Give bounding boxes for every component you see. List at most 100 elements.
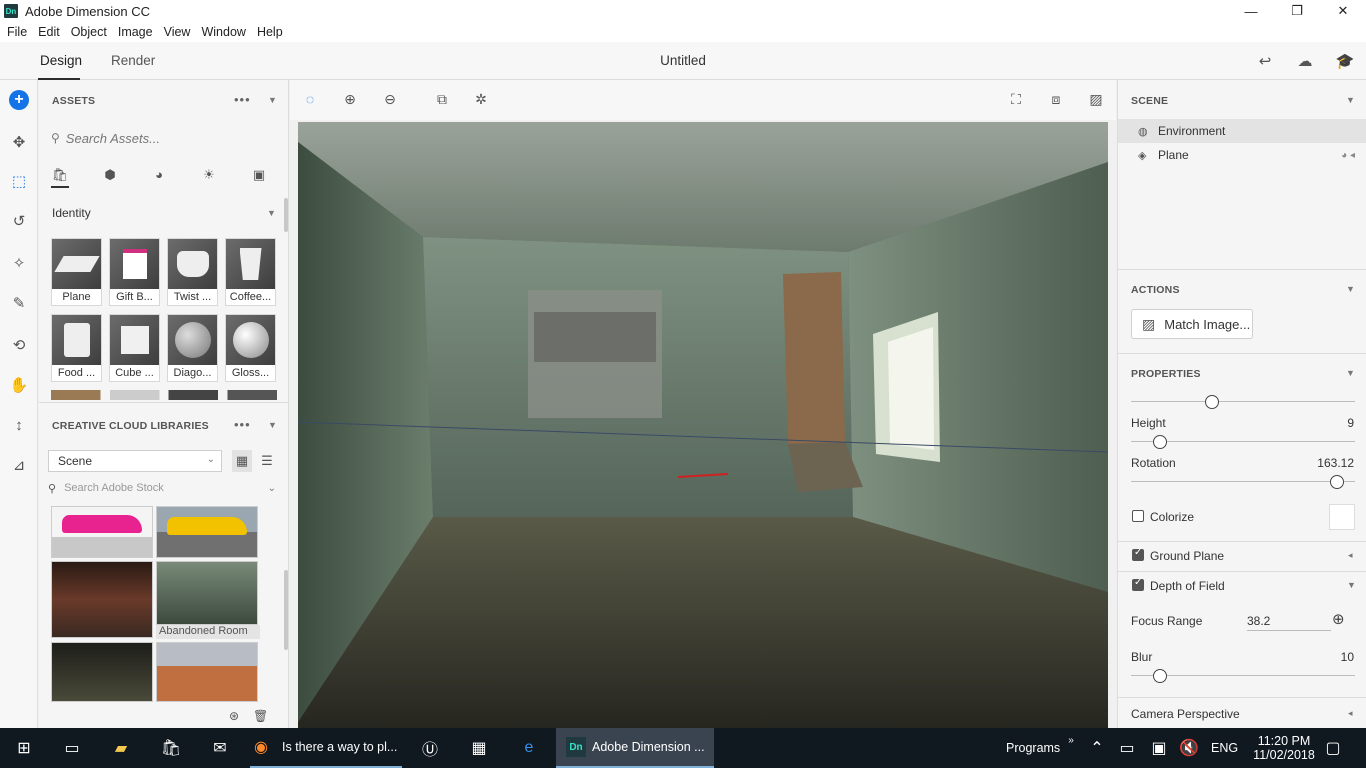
add-selection-icon[interactable]: ⊕ [340, 91, 360, 109]
3d-viewport[interactable] [298, 122, 1108, 728]
match-image-button[interactable]: ▨ Match Image... [1131, 309, 1253, 339]
select-tool-icon[interactable]: ⬚ [9, 171, 29, 191]
fullscreen-icon[interactable]: ⛶ [1006, 91, 1026, 109]
asset-diagonal-material[interactable]: Diago... [167, 314, 218, 382]
file-explorer-button[interactable]: ▰ [110, 728, 132, 768]
network-status[interactable]: ▣ [1148, 728, 1170, 768]
learn-icon[interactable]: 🎓 [1335, 52, 1355, 70]
action-center-button[interactable]: ▢ [1322, 728, 1344, 768]
camera-view-icon[interactable]: ⧈ [1046, 91, 1066, 109]
collapse-properties-icon[interactable]: ▼ [1346, 368, 1355, 378]
expand-camera-perspective-icon[interactable]: ◂ [1348, 708, 1353, 719]
show-hidden-icons[interactable]: ⌃ [1086, 728, 1108, 768]
snap-icon[interactable]: ✲ [471, 91, 491, 109]
scene-item-plane[interactable]: ◈ Plane ◕ ◂ [1118, 143, 1366, 167]
asset-glossy-material[interactable]: Gloss... [225, 314, 276, 382]
collapse-dof-icon[interactable]: ▼ [1347, 580, 1356, 590]
lights-category-icon[interactable]: ☀ [200, 167, 218, 185]
menu-view[interactable]: View [164, 25, 191, 39]
expand-ground-plane-icon[interactable]: ◂ [1348, 550, 1353, 561]
category-dropdown-icon[interactable]: ▼ [267, 208, 276, 218]
search-assets-input[interactable]: ⚲ Search Assets... [51, 129, 277, 147]
height-value[interactable]: 9 [1347, 416, 1354, 430]
search-stock-input[interactable]: ⚲ Search Adobe Stock ⌄ [48, 480, 278, 496]
collapse-assets-icon[interactable]: ▼ [268, 95, 277, 105]
pan-hand-icon[interactable]: ✋ [9, 375, 29, 395]
eyedropper-icon[interactable]: ✎ [9, 293, 29, 313]
rotation-slider[interactable] [1131, 475, 1355, 489]
menu-window[interactable]: Window [201, 25, 245, 39]
menu-image[interactable]: Image [118, 25, 153, 39]
edge-button[interactable]: e [518, 728, 540, 768]
identity-category-icon[interactable]: 🛍 [51, 167, 69, 185]
link-icon[interactable]: ⊛ [229, 709, 239, 723]
asset-cube[interactable]: Cube ... [109, 314, 160, 382]
battery-status[interactable]: ▭ [1116, 728, 1138, 768]
assets-scrollbar[interactable] [284, 198, 288, 232]
list-view-icon[interactable]: ☰ [257, 450, 277, 472]
materials-category-icon[interactable]: ◕ [150, 167, 168, 185]
unreal-button[interactable]: Ⓤ [419, 728, 441, 768]
rotation-value[interactable]: 163.12 [1317, 456, 1354, 470]
magic-wand-icon[interactable]: ✧ [9, 253, 29, 273]
collapse-libraries-icon[interactable]: ▼ [268, 420, 277, 430]
camera-perspective-label[interactable]: Camera Perspective [1131, 707, 1240, 721]
menu-edit[interactable]: Edit [38, 25, 60, 39]
select-marquee-icon[interactable]: ◌ [300, 91, 320, 109]
images-category-icon[interactable]: ▣ [250, 167, 268, 185]
library-item-dark-hall[interactable] [51, 642, 153, 702]
focus-target-icon[interactable]: ⊕ [1332, 610, 1345, 628]
frame-object-icon[interactable]: ⧉ [432, 91, 452, 109]
rotate-tool-icon[interactable]: ↺ [9, 211, 29, 231]
close-button[interactable]: ✕ [1320, 0, 1366, 22]
mail-button[interactable]: ✉ [209, 728, 231, 768]
library-item-abandoned-room[interactable] [156, 561, 258, 625]
task-view-button[interactable]: ▭ [61, 728, 83, 768]
menu-help[interactable]: Help [257, 25, 283, 39]
height-slider[interactable] [1131, 435, 1355, 449]
programs-toolbar[interactable]: Programs » [1006, 728, 1074, 768]
library-item-gym[interactable] [156, 642, 258, 702]
menu-object[interactable]: Object [71, 25, 107, 39]
asset-twist-jar[interactable]: Twist ... [167, 238, 218, 306]
material-icon[interactable]: ◕ ◂ [1341, 150, 1355, 161]
add-icon[interactable]: + [9, 90, 29, 110]
collapse-scene-icon[interactable]: ▼ [1346, 95, 1355, 105]
canvas-size-icon[interactable]: ▨ [1086, 91, 1106, 109]
library-item-pink-car[interactable] [51, 506, 153, 558]
asset-coffee-cup[interactable]: Coffee... [225, 238, 276, 306]
volume-status[interactable]: 🔇 [1178, 728, 1200, 768]
ground-plane-checkbox[interactable] [1132, 547, 1144, 561]
dolly-icon[interactable]: ↕ [9, 415, 29, 435]
camera-bookmark-icon[interactable]: ⊿ [9, 455, 29, 475]
start-button[interactable]: ⊞ [13, 728, 35, 768]
dimension-task[interactable]: Dn Adobe Dimension ... [556, 728, 714, 768]
minimize-button[interactable]: — [1228, 0, 1274, 22]
cloud-icon[interactable]: ☁ [1295, 52, 1315, 70]
colorize-swatch[interactable] [1329, 504, 1355, 530]
grid-view-icon[interactable]: ▦ [232, 450, 252, 472]
calendar-button[interactable]: ▦ [468, 728, 490, 768]
menu-file[interactable]: File [7, 25, 27, 39]
category-dropdown[interactable]: Identity [52, 206, 91, 220]
scene-item-environment[interactable]: ◍ Environment [1118, 119, 1366, 143]
orbit-camera-icon[interactable]: ⟲ [9, 335, 29, 355]
firefox-task[interactable]: ◉ Is there a way to pl... [250, 728, 402, 768]
asset-food-pouch[interactable]: Food ... [51, 314, 102, 382]
undo-icon[interactable]: ↩ [1255, 52, 1275, 70]
subtract-selection-icon[interactable]: ⊖ [380, 91, 400, 109]
colorize-checkbox[interactable] [1132, 510, 1144, 522]
asset-gift-bag[interactable]: Gift B... [109, 238, 160, 306]
clock[interactable]: 11:20 PM 11/02/2018 [1250, 728, 1318, 768]
trash-icon[interactable]: 🗑 [253, 709, 268, 723]
store-button[interactable]: 🛍 [160, 728, 182, 768]
maximize-button[interactable]: ❐ [1274, 0, 1320, 22]
asset-plane[interactable]: Plane [51, 238, 102, 306]
move-tool-icon[interactable]: ✥ [9, 132, 29, 152]
depth-of-field-checkbox[interactable] [1132, 577, 1144, 591]
library-item-bedroom[interactable] [51, 561, 153, 638]
width-slider[interactable] [1131, 395, 1355, 409]
blur-slider[interactable] [1131, 669, 1355, 683]
library-item-yellow-car[interactable] [156, 506, 258, 558]
collapse-actions-icon[interactable]: ▼ [1346, 284, 1355, 294]
